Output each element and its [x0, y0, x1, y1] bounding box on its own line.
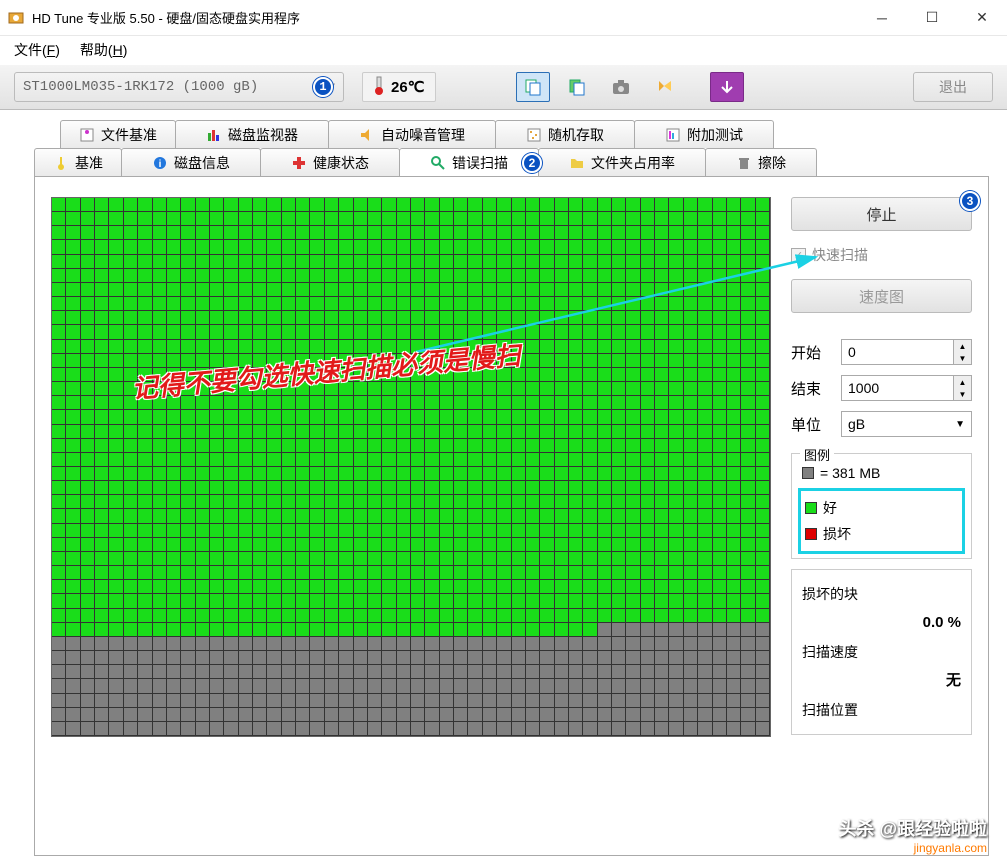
- copy-screenshot-button[interactable]: [560, 72, 594, 102]
- save-screenshot-button[interactable]: [604, 72, 638, 102]
- tab-disk-monitor[interactable]: 磁盘监视器: [175, 120, 329, 148]
- tabs: 文件基准 磁盘监视器 自动噪音管理 随机存取 附加测试 基准 i磁盘信息 健康状…: [34, 120, 989, 856]
- toolbar: ST1000LM035-1RK172 (1000 gB) ▼ 1 26℃ 退出: [0, 64, 1007, 110]
- badge-1: 1: [313, 77, 333, 97]
- checkbox-icon: ✓: [791, 248, 806, 263]
- app-icon: [8, 10, 24, 26]
- start-label: 开始: [791, 342, 833, 363]
- menubar: 文件(F) 帮助(H): [0, 36, 1007, 64]
- stop-button[interactable]: 停止: [791, 197, 972, 231]
- copy-text-button[interactable]: [516, 72, 550, 102]
- tab-content-error-scan: 记得不要勾选快速扫描必须是慢扫 停止 3 ✓ 快速扫描 速度图: [34, 176, 989, 856]
- scan-position-label: 扫描位置: [802, 696, 961, 724]
- end-input[interactable]: 1000▲▼: [841, 375, 972, 401]
- unit-label: 单位: [791, 414, 833, 435]
- tab-file-benchmark[interactable]: 文件基准: [60, 120, 176, 148]
- side-panel: 停止 3 ✓ 快速扫描 速度图 开始 0▲▼ 结束 1000▲▼: [791, 197, 972, 835]
- tab-extra-tests[interactable]: 附加测试: [634, 120, 774, 148]
- menu-file[interactable]: 文件(F): [14, 40, 60, 60]
- drive-select[interactable]: ST1000LM035-1RK172 (1000 gB) ▼ 1: [14, 72, 344, 102]
- tab-erase[interactable]: 擦除: [705, 148, 817, 176]
- damaged-blocks-label: 损坏的块: [802, 580, 961, 608]
- unit-select[interactable]: gB▼: [841, 411, 972, 437]
- badge-3: 3: [960, 191, 980, 211]
- tab-info[interactable]: i磁盘信息: [121, 148, 261, 176]
- tab-health[interactable]: 健康状态: [260, 148, 400, 176]
- temperature-value: 26℃: [391, 78, 425, 96]
- watermark: 头杀 @跟经验啦啦 jingyanla.com: [838, 815, 987, 855]
- maximize-button[interactable]: ☐: [907, 0, 957, 36]
- quick-scan-checkbox[interactable]: ✓ 快速扫描: [791, 241, 972, 269]
- scan-speed-value: 无: [802, 666, 961, 696]
- drive-label: ST1000LM035-1RK172 (1000 gB): [23, 79, 258, 95]
- exit-button[interactable]: 退出: [913, 72, 993, 102]
- damaged-blocks-value: 0.0 %: [802, 608, 961, 638]
- tab-aam[interactable]: 自动噪音管理: [328, 120, 496, 148]
- tab-random-access[interactable]: 随机存取: [495, 120, 635, 148]
- svg-text:i: i: [159, 159, 162, 170]
- options-button[interactable]: [648, 72, 682, 102]
- legend-group: 图例 = 381 MB 好 损坏: [791, 453, 972, 559]
- end-label: 结束: [791, 378, 833, 399]
- close-button[interactable]: ✕: [957, 0, 1007, 36]
- tab-error-scan[interactable]: 错误扫描 2: [399, 148, 539, 176]
- tab-benchmark[interactable]: 基准: [34, 148, 122, 176]
- menu-help[interactable]: 帮助(H): [80, 40, 127, 60]
- badge-2: 2: [522, 153, 542, 173]
- status-box: 损坏的块 0.0 % 扫描速度 无 扫描位置: [791, 569, 972, 735]
- start-input[interactable]: 0▲▼: [841, 339, 972, 365]
- window-title: HD Tune 专业版 5.50 - 硬盘/固态硬盘实用程序: [32, 8, 857, 27]
- thermometer-icon: [373, 76, 385, 99]
- speed-map-button[interactable]: 速度图: [791, 279, 972, 313]
- minimize-button[interactable]: ─: [857, 0, 907, 36]
- titlebar: HD Tune 专业版 5.50 - 硬盘/固态硬盘实用程序 ─ ☐ ✕: [0, 0, 1007, 36]
- save-button[interactable]: [710, 72, 744, 102]
- temperature-display: 26℃: [362, 72, 436, 102]
- tab-folder-usage[interactable]: 文件夹占用率: [538, 148, 706, 176]
- scan-grid: [51, 197, 771, 737]
- legend-highlight: 好 损坏: [798, 488, 965, 554]
- scan-speed-label: 扫描速度: [802, 638, 961, 666]
